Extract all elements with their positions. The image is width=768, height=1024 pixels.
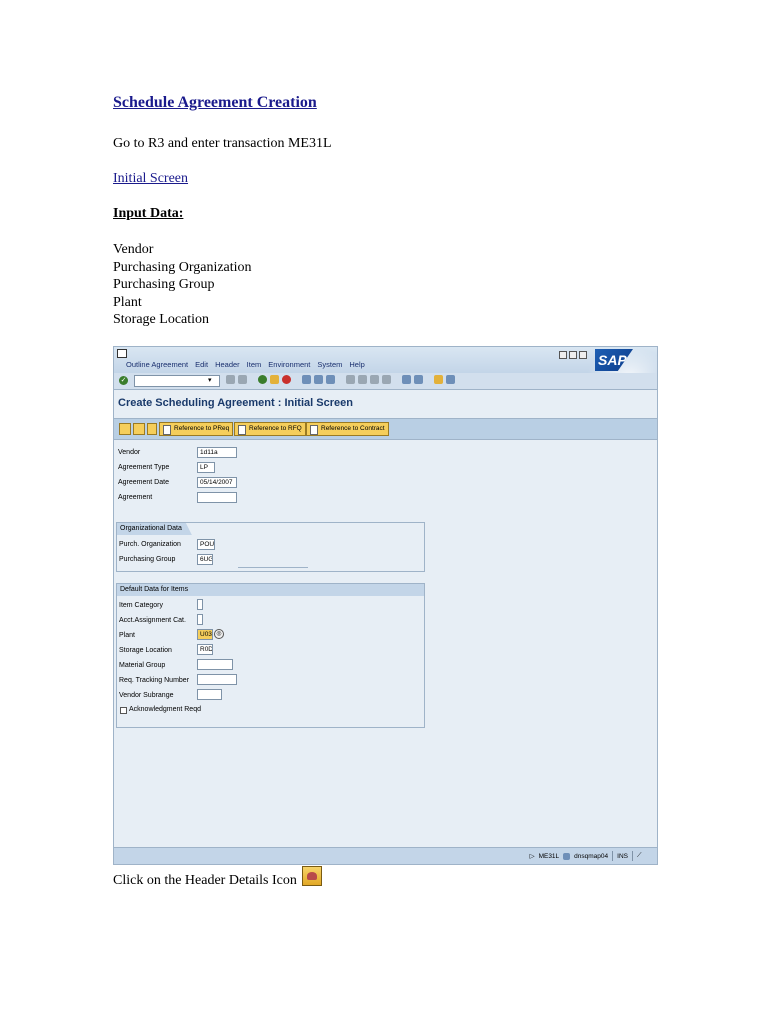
req-tracking-field[interactable]: [197, 674, 237, 685]
print-icon[interactable]: [302, 375, 311, 384]
status-mode: INS: [617, 852, 628, 860]
header-details-icon-illustration[interactable]: [302, 866, 323, 886]
maximize-icon[interactable]: [569, 351, 577, 359]
plant-field[interactable]: U03L: [197, 629, 213, 640]
input-list: Vendor Purchasing Organization Purchasin…: [113, 241, 252, 329]
new-session-icon[interactable]: [402, 375, 411, 384]
layout-menu-icon[interactable]: [446, 375, 455, 384]
organizational-data-title: Organizational Data: [117, 523, 192, 535]
menu-outline-agreement[interactable]: Outline Agreement: [126, 360, 188, 369]
agreement-date-field[interactable]: 05/14/2007: [197, 477, 237, 488]
sap-screenshot: Outline Agreement Edit Header Item Envir…: [113, 346, 658, 865]
agreement-type-label: Agreement Type: [118, 464, 170, 471]
status-transaction: ME31L: [538, 852, 560, 860]
click-instruction: Click on the Header Details Icon: [113, 866, 323, 889]
resize-grip-icon[interactable]: ⟋: [637, 852, 651, 860]
menu-help[interactable]: Help: [349, 360, 364, 369]
toolbar-icons: [226, 375, 455, 384]
material-group-label: Material Group: [119, 662, 166, 669]
material-group-field[interactable]: [197, 659, 233, 670]
input-item-storage-location: Storage Location: [113, 312, 210, 328]
purchasing-group-description: [238, 567, 308, 568]
acknowledgment-checkbox[interactable]: [120, 707, 127, 714]
previous-page-icon[interactable]: [358, 375, 367, 384]
input-item-purchasing-organization: Purchasing Organization: [113, 259, 252, 275]
status-toggle-icon[interactable]: ▷: [530, 852, 535, 860]
first-page-icon[interactable]: [346, 375, 355, 384]
purchasing-group-field[interactable]: 6UG: [197, 554, 213, 565]
storage-location-field[interactable]: R0D: [197, 644, 213, 655]
reference-to-contract-button[interactable]: Reference to Contract: [306, 422, 389, 436]
input-item-purchasing-group: Purchasing Group: [113, 277, 215, 293]
agreement-date-label: Agreement Date: [118, 479, 169, 486]
find-icon[interactable]: [314, 375, 323, 384]
status-server: dnsqmap04: [574, 852, 609, 860]
item-category-label: Item Category: [119, 602, 163, 609]
status-bar: ▷ ME31L dnsqmap04 INS ⟋: [114, 847, 657, 864]
agreement-field[interactable]: [197, 492, 237, 503]
vendor-subrange-label: Vendor Subrange: [119, 692, 174, 699]
input-data-heading: Input Data:: [113, 206, 184, 221]
window-menu-icon[interactable]: [117, 349, 127, 358]
menu-system[interactable]: System: [317, 360, 342, 369]
cancel-icon[interactable]: [282, 375, 291, 384]
item-overview-icon[interactable]: [133, 423, 145, 435]
default-data-title: Default Data for Items: [117, 584, 424, 596]
menu-edit[interactable]: Edit: [195, 360, 208, 369]
item-category-field[interactable]: [197, 599, 203, 610]
purchasing-group-label-text: Purchasing Group: [119, 556, 176, 563]
exit-icon[interactable]: [270, 375, 279, 384]
purch-organization-field[interactable]: POUS: [197, 539, 215, 550]
find-next-icon[interactable]: [326, 375, 335, 384]
vendor-subrange-field[interactable]: [197, 689, 222, 700]
storage-location-label: Storage Location: [119, 647, 172, 654]
document-title[interactable]: Schedule Agreement Creation: [113, 94, 317, 112]
last-page-icon[interactable]: [382, 375, 391, 384]
organizational-data-group: Organizational Data Purch. Organization …: [116, 522, 425, 572]
req-tracking-label: Req. Tracking Number: [119, 677, 190, 684]
minimize-icon[interactable]: [559, 351, 567, 359]
intro-text: Go to R3 and enter transaction ME31L: [113, 136, 332, 151]
vendor-field[interactable]: 1d11a: [197, 447, 237, 458]
back-icon[interactable]: [258, 375, 267, 384]
menu-item[interactable]: Item: [247, 360, 262, 369]
session-icon[interactable]: [563, 852, 571, 860]
acknowledgment-label: Acknowledgment Reqd: [129, 706, 201, 713]
input-item-vendor: Vendor: [113, 242, 154, 257]
application-toolbar: Reference to PReq Reference to RFQ Refer…: [114, 418, 657, 440]
sap-menu: Outline Agreement Edit Header Item Envir…: [126, 360, 365, 369]
screen-title: Create Scheduling Agreement : Initial Sc…: [118, 397, 353, 409]
menu-header[interactable]: Header: [215, 360, 240, 369]
plant-label: Plant: [119, 632, 135, 639]
back-history-icon[interactable]: [226, 375, 235, 384]
agreement-type-field[interactable]: LP: [197, 462, 215, 473]
shortcut-icon[interactable]: [414, 375, 423, 384]
menu-environment[interactable]: Environment: [268, 360, 310, 369]
initial-screen-heading[interactable]: Initial Screen: [113, 171, 188, 187]
agreement-label: Agreement: [118, 494, 153, 501]
enter-icon[interactable]: ✓: [119, 376, 128, 385]
vendor-label: Vendor: [118, 449, 141, 456]
reference-to-preq-button[interactable]: Reference to PReq: [159, 422, 234, 436]
next-page-icon[interactable]: [370, 375, 379, 384]
close-icon[interactable]: [579, 351, 587, 359]
purch-organization-label: Purch. Organization: [119, 541, 181, 548]
window-controls: [559, 351, 587, 359]
reference-to-rfq-button[interactable]: Reference to RFQ: [234, 422, 306, 436]
acct-assignment-field[interactable]: [197, 614, 203, 625]
save-icon[interactable]: [238, 375, 247, 384]
status-info: ▷ ME31L dnsqmap04 INS ⟋: [530, 851, 651, 861]
matchcode-icon[interactable]: ◎: [214, 629, 224, 639]
system-toolbar: ✓ ▾: [114, 373, 657, 390]
command-history-icon[interactable]: ▾: [208, 376, 212, 384]
help-icon[interactable]: [434, 375, 443, 384]
copy-icon[interactable]: [147, 423, 157, 435]
acct-assignment-label: Acct.Assignment Cat.: [119, 617, 186, 624]
default-data-group: Default Data for Items Item Category Acc…: [116, 583, 425, 728]
input-item-plant: Plant: [113, 294, 142, 310]
click-instruction-text: Click on the Header Details Icon: [113, 873, 297, 888]
sap-menu-bar: Outline Agreement Edit Header Item Envir…: [114, 347, 657, 389]
header-details-icon[interactable]: [119, 423, 131, 435]
